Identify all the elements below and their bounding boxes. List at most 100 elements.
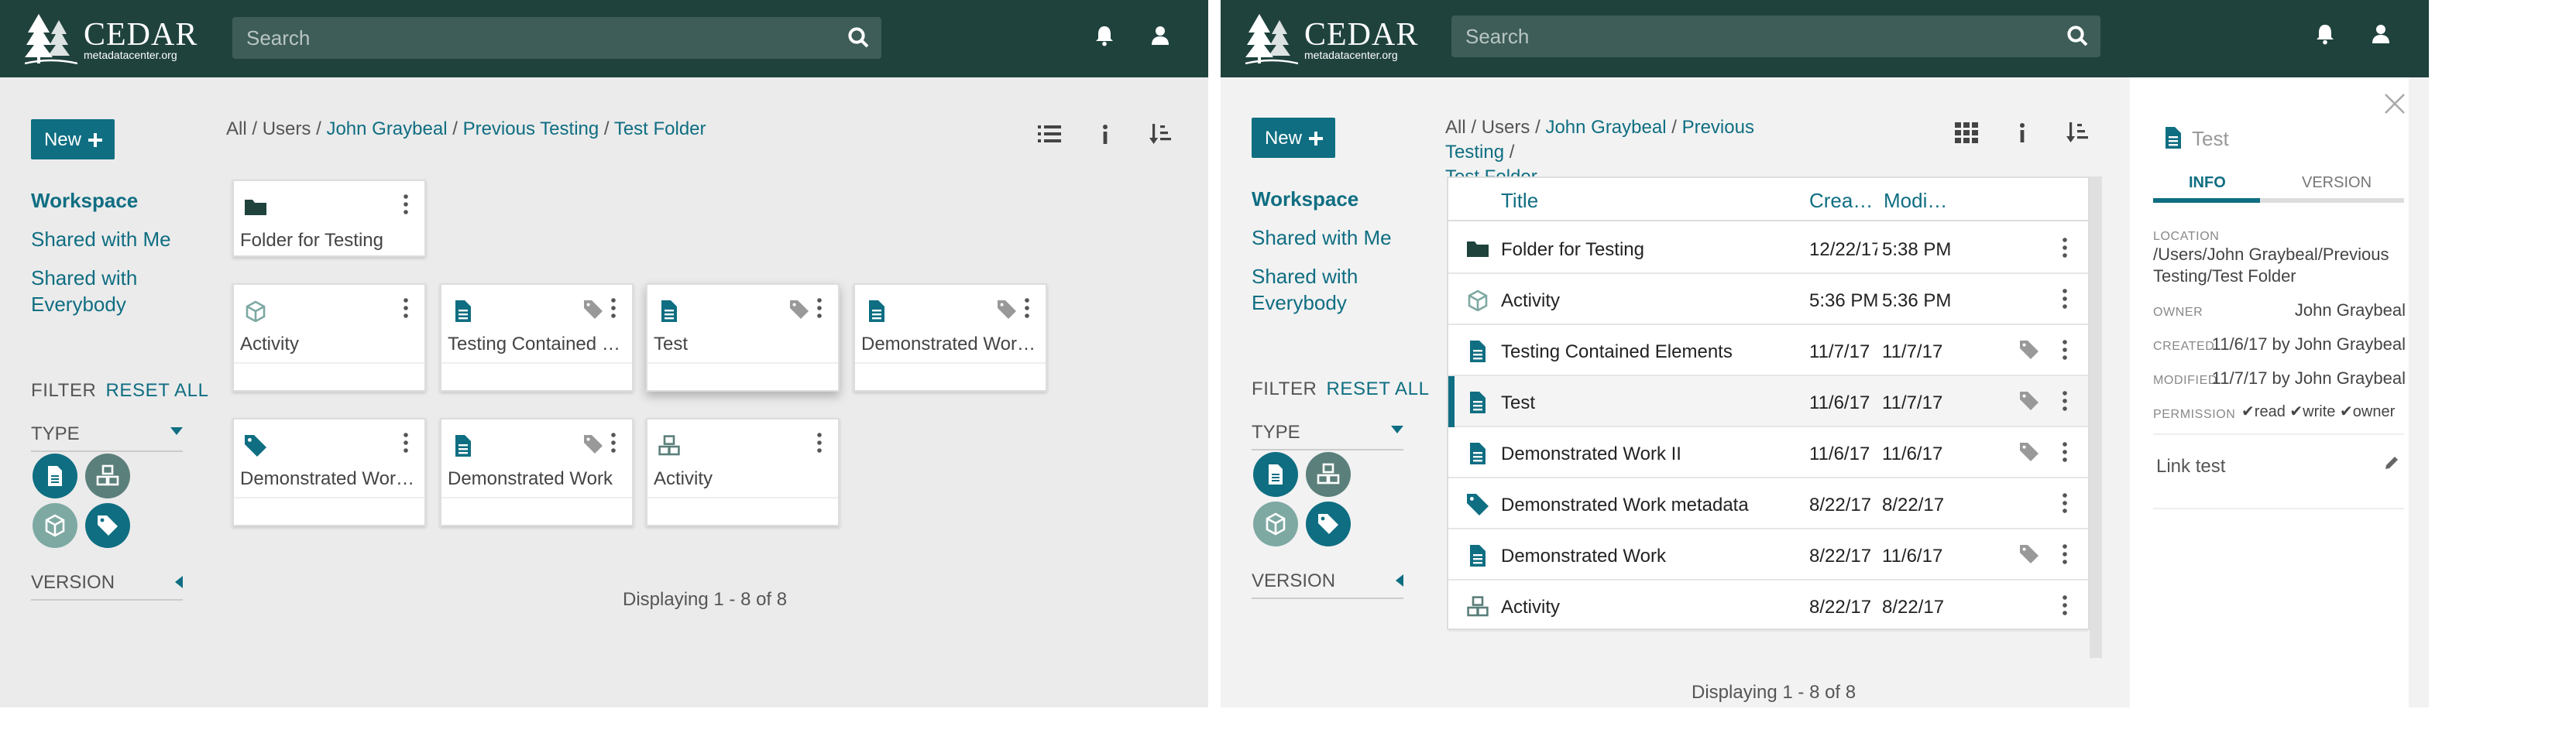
search-icon[interactable] bbox=[847, 26, 869, 48]
row-title: Activity bbox=[1501, 596, 1561, 618]
kebab-menu-icon[interactable] bbox=[2062, 237, 2068, 259]
filter-element-toggle[interactable] bbox=[33, 503, 77, 548]
tab-info[interactable]: INFO bbox=[2189, 175, 2226, 192]
crumb-all[interactable]: All bbox=[1445, 116, 1466, 138]
nav-workspace[interactable]: Workspace bbox=[1252, 186, 1406, 212]
table-row[interactable]: Testing Contained Elements 11/7/17 11/7/17 bbox=[1448, 325, 2088, 376]
scrollbar[interactable] bbox=[2090, 176, 2102, 658]
kebab-menu-icon[interactable] bbox=[403, 193, 409, 215]
crumb-parent[interactable]: Previous Testing bbox=[463, 118, 599, 139]
info-icon[interactable] bbox=[2011, 121, 2034, 144]
card-divider bbox=[647, 497, 838, 498]
kebab-menu-icon[interactable] bbox=[2062, 441, 2068, 463]
grid-view-icon[interactable] bbox=[1955, 121, 1978, 144]
column-modified[interactable]: Modified bbox=[1884, 189, 1952, 212]
tag-icon bbox=[2020, 545, 2038, 563]
tag-icon bbox=[1467, 494, 1489, 515]
kebab-menu-icon[interactable] bbox=[816, 297, 823, 319]
type-filter-header[interactable]: TYPE bbox=[1252, 421, 1403, 450]
row-created: 5:36 PM bbox=[1809, 289, 1877, 311]
resource-card[interactable]: Demonstrated Work metadata bbox=[232, 418, 426, 526]
crumb-current[interactable]: Test Folder bbox=[614, 118, 706, 139]
tree-logo-icon bbox=[25, 14, 77, 65]
kebab-menu-icon[interactable] bbox=[403, 297, 409, 319]
version-filter-header[interactable]: VERSION bbox=[1252, 570, 1403, 599]
type-filter-header[interactable]: TYPE bbox=[31, 423, 183, 452]
new-button[interactable]: New bbox=[1252, 118, 1335, 158]
kebab-menu-icon[interactable] bbox=[1024, 297, 1030, 319]
kebab-menu-icon[interactable] bbox=[403, 432, 409, 454]
filter-field-toggle[interactable] bbox=[1306, 452, 1351, 497]
filter-element-toggle[interactable] bbox=[1253, 502, 1298, 546]
resource-card[interactable]: Testing Contained Elements bbox=[440, 283, 634, 392]
crumb-users[interactable]: Users bbox=[263, 118, 311, 139]
kebab-menu-icon[interactable] bbox=[2062, 492, 2068, 514]
crumb-users[interactable]: Users bbox=[1482, 116, 1530, 138]
version-label: VERSION bbox=[1252, 570, 1336, 591]
reset-all-link[interactable]: RESET ALL bbox=[1327, 378, 1430, 399]
filter-instance-toggle[interactable] bbox=[85, 503, 130, 548]
column-title[interactable]: Title bbox=[1501, 189, 1538, 212]
table-row[interactable]: Demonstrated Work metadata 8/22/17 8/22/17 bbox=[1448, 478, 2088, 529]
resource-card[interactable]: Activity bbox=[646, 418, 840, 526]
kebab-menu-icon[interactable] bbox=[2062, 288, 2068, 310]
filter-template-toggle[interactable] bbox=[1253, 452, 1298, 497]
table-row[interactable]: Folder for Testing 12/22/17 5:38 PM bbox=[1448, 223, 2088, 274]
nav-shared-with-everybody[interactable]: Shared with Everybody bbox=[31, 265, 186, 317]
table-row[interactable]: Test 11/6/17 11/7/17 bbox=[1448, 376, 2088, 427]
sort-icon[interactable] bbox=[2066, 121, 2090, 144]
new-button[interactable]: New bbox=[31, 119, 115, 159]
resource-card[interactable]: Demonstrated Work bbox=[440, 418, 634, 526]
column-created[interactable]: Created bbox=[1809, 189, 1877, 212]
crumb-all[interactable]: All bbox=[226, 118, 247, 139]
search-input[interactable]: Search bbox=[1451, 15, 2100, 57]
crumb-user[interactable]: John Graybeal bbox=[1545, 116, 1666, 138]
row-title: Testing Contained Elements bbox=[1501, 341, 1733, 362]
kebab-menu-icon[interactable] bbox=[2062, 339, 2068, 361]
plus-icon bbox=[1308, 131, 1322, 145]
nav-shared-with-me[interactable]: Shared with Me bbox=[31, 226, 186, 252]
kebab-menu-icon[interactable] bbox=[610, 297, 617, 319]
table-row[interactable]: Demonstrated Work II 11/6/17 11/6/17 bbox=[1448, 427, 2088, 478]
resource-card[interactable]: Activity bbox=[232, 283, 426, 392]
list-view-icon[interactable] bbox=[1038, 122, 1061, 146]
reset-all-link[interactable]: RESET ALL bbox=[106, 379, 209, 401]
bell-icon[interactable] bbox=[2314, 23, 2336, 45]
kebab-menu-icon[interactable] bbox=[816, 432, 823, 454]
search-input[interactable]: Search bbox=[232, 17, 881, 59]
kebab-menu-icon[interactable] bbox=[2062, 543, 2068, 565]
resource-card-selected[interactable]: Test bbox=[646, 283, 840, 392]
search-icon[interactable] bbox=[2066, 25, 2088, 46]
cedar-logo[interactable]: CEDAR metadatacenter.org bbox=[1245, 11, 1417, 67]
nav-shared-with-me[interactable]: Shared with Me bbox=[1252, 224, 1406, 251]
folder-icon bbox=[1467, 241, 1489, 257]
kebab-menu-icon[interactable] bbox=[2062, 390, 2068, 412]
filter-template-toggle[interactable] bbox=[33, 454, 77, 498]
user-icon[interactable] bbox=[2370, 23, 2392, 45]
info-icon[interactable] bbox=[1094, 122, 1117, 146]
resource-card[interactable]: Folder for Testing bbox=[232, 180, 426, 257]
cedar-logo[interactable]: CEDAR metadatacenter.org bbox=[25, 11, 197, 67]
filter-header: FILTER RESET ALL bbox=[31, 379, 209, 401]
close-icon[interactable] bbox=[2384, 93, 2406, 115]
nav-shared-with-everybody[interactable]: Shared with Everybody bbox=[1252, 263, 1406, 316]
filter-instance-toggle[interactable] bbox=[1306, 502, 1351, 546]
resource-card[interactable]: Demonstrated Work II bbox=[854, 283, 1047, 392]
filter-field-toggle[interactable] bbox=[85, 454, 130, 498]
user-icon[interactable] bbox=[1149, 25, 1171, 46]
nav-workspace[interactable]: Workspace bbox=[31, 187, 186, 214]
kebab-menu-icon[interactable] bbox=[610, 432, 617, 454]
tab-version[interactable]: VERSION bbox=[2302, 175, 2372, 192]
results-status: Displaying 1 - 8 of 8 bbox=[1692, 681, 1856, 703]
crumb-user[interactable]: John Graybeal bbox=[326, 118, 447, 139]
table-row[interactable]: Demonstrated Work 8/22/17 11/6/17 bbox=[1448, 529, 2088, 580]
row-created: 11/6/17 bbox=[1809, 392, 1870, 413]
version-filter-header[interactable]: VERSION bbox=[31, 571, 183, 601]
kebab-menu-icon[interactable] bbox=[2062, 594, 2068, 616]
template-icon bbox=[869, 300, 884, 322]
sort-icon[interactable] bbox=[1149, 122, 1173, 146]
pencil-icon[interactable] bbox=[2384, 455, 2399, 471]
table-row[interactable]: Activity 5:36 PM 5:36 PM bbox=[1448, 274, 2088, 325]
bell-icon[interactable] bbox=[1094, 25, 1115, 46]
table-row[interactable]: Activity 8/22/17 8/22/17 bbox=[1448, 580, 2088, 632]
